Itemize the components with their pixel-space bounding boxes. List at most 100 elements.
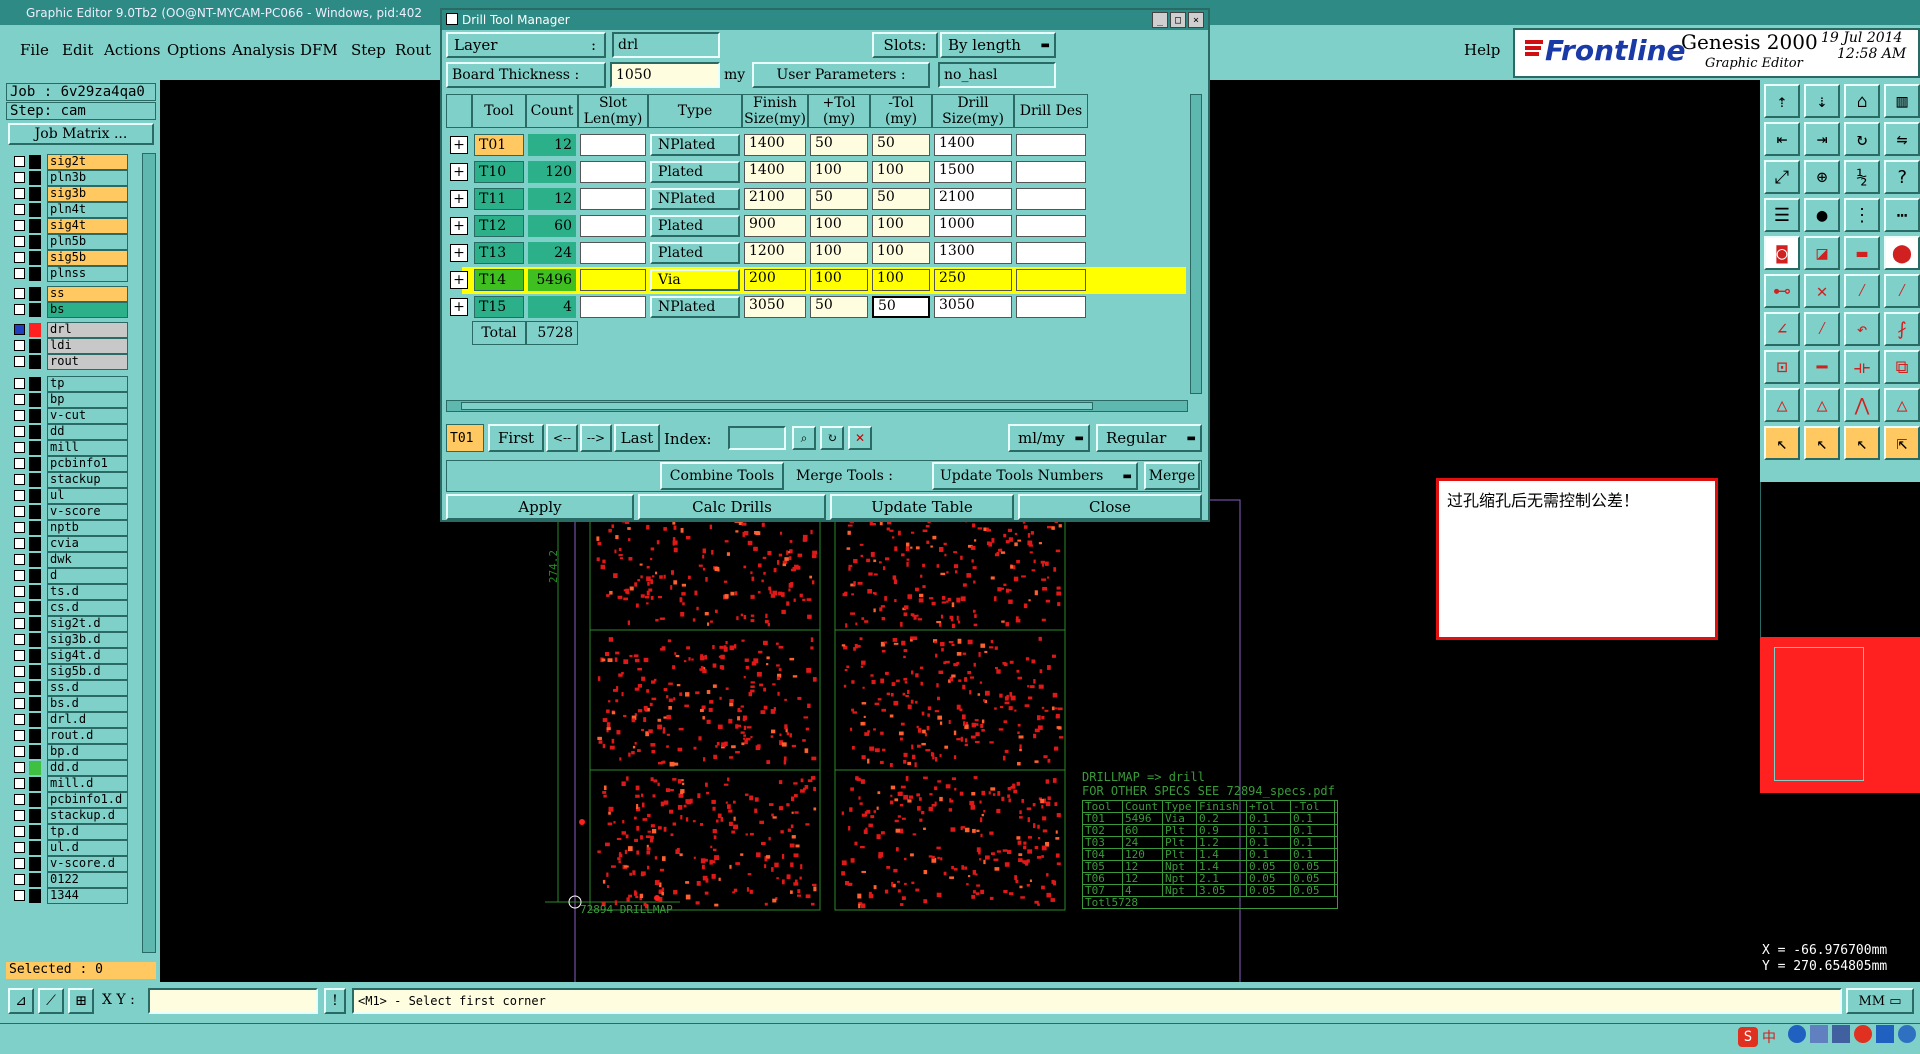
maximize-icon[interactable]: □ [1170, 12, 1186, 28]
layer-checkbox[interactable] [14, 826, 25, 837]
xy-input[interactable] [148, 988, 318, 1014]
job-matrix-button[interactable]: Job Matrix ... [8, 123, 154, 145]
layer-color-swatch[interactable] [29, 744, 41, 759]
mode-dropdown[interactable]: Regular ▬ [1096, 424, 1202, 452]
layer-row[interactable]: ldi [10, 337, 128, 354]
minus-tol-field[interactable]: 100 [872, 242, 930, 264]
layer-row[interactable]: pcbinfo1.d [10, 791, 128, 808]
layer-row[interactable]: rout.d [10, 727, 128, 744]
layer-checkbox[interactable] [14, 188, 25, 199]
drill-size-field[interactable]: 1300 [934, 242, 1012, 264]
layer-name[interactable]: dd.d [47, 759, 128, 776]
cross-icon[interactable]: ✕ [1804, 274, 1840, 308]
attach-icon[interactable]: ☰ [1764, 198, 1800, 232]
layer-name[interactable]: bp.d [47, 743, 128, 760]
update-table-button[interactable]: Update Table [830, 494, 1014, 520]
refresh-icon[interactable]: ↻ [820, 426, 844, 450]
layer-checkbox[interactable] [14, 842, 25, 853]
layer-checkbox[interactable] [14, 714, 25, 725]
layer-name[interactable]: d [47, 567, 128, 584]
layer-row[interactable]: dd [10, 423, 128, 440]
type-select[interactable]: NPlated [650, 296, 740, 318]
camera-icon[interactable]: ◙ [1764, 236, 1800, 270]
layout-icon[interactable]: ▥ [1884, 84, 1920, 118]
layer-color-swatch[interactable] [29, 302, 41, 317]
layer-checkbox[interactable] [14, 666, 25, 677]
minus-tol-field[interactable]: 50 [872, 188, 930, 210]
plus-tol-field[interactable]: 100 [810, 242, 868, 264]
apply-button[interactable]: Apply [446, 494, 634, 520]
first-button[interactable]: First [488, 424, 544, 452]
overview-map[interactable] [1760, 637, 1920, 793]
copy-icon[interactable]: ⇥ [1804, 122, 1840, 156]
layer-color-swatch[interactable] [29, 234, 41, 249]
layer-row[interactable]: sig4t [10, 217, 128, 234]
layer-row[interactable]: mill [10, 439, 128, 456]
layer-color-swatch[interactable] [29, 664, 41, 679]
layer-row[interactable]: sig2t [10, 153, 128, 170]
layer-name[interactable]: nptb [47, 519, 128, 536]
row-expand-icon[interactable]: + [450, 271, 468, 289]
minimize-icon[interactable]: _ [1152, 12, 1168, 28]
layer-name[interactable]: v-score.d [47, 855, 128, 872]
layer-checkbox[interactable] [14, 522, 25, 533]
layer-row[interactable]: rout [10, 353, 128, 370]
tool-name[interactable]: T10 [474, 161, 524, 183]
layer-name[interactable]: v-cut [47, 407, 128, 424]
layer-name[interactable]: ss.d [47, 679, 128, 696]
layer-row[interactable]: ul [10, 487, 128, 504]
layer-color-swatch[interactable] [29, 552, 41, 567]
plus-tol-field[interactable]: 50 [810, 134, 868, 156]
layer-row[interactable]: v-score.d [10, 855, 128, 872]
layer-color-swatch[interactable] [29, 250, 41, 265]
layer-color-swatch[interactable] [29, 338, 41, 353]
help-icon[interactable]: ? [1884, 160, 1920, 194]
layer-color-swatch[interactable] [29, 632, 41, 647]
layer-name[interactable]: sig3b.d [47, 631, 128, 648]
layer-name[interactable]: tp.d [47, 823, 128, 840]
layer-color-swatch[interactable] [29, 872, 41, 887]
drill-size-field[interactable]: 1000 [934, 215, 1012, 237]
layer-checkbox[interactable] [14, 554, 25, 565]
layer-name[interactable]: sig2t.d [47, 615, 128, 632]
layer-name[interactable]: cs.d [47, 599, 128, 616]
units-dropdown[interactable]: ml/my ▬ [1008, 424, 1090, 452]
layer-name[interactable]: rout [47, 353, 128, 370]
layer-name[interactable]: pcbinfo1 [47, 455, 128, 472]
slot-length-field[interactable] [580, 161, 646, 183]
layer-checkbox[interactable] [14, 602, 25, 613]
layer-name[interactable]: pcbinfo1.d [47, 791, 128, 808]
layer-checkbox[interactable] [14, 650, 25, 661]
dialog-menu-icon[interactable] [446, 13, 458, 25]
home-icon[interactable]: ⌂ [1844, 84, 1880, 118]
layer-color-swatch[interactable] [29, 600, 41, 615]
table-vertical-scrollbar[interactable] [1190, 94, 1202, 394]
layer-color-swatch[interactable] [29, 392, 41, 407]
layer-color-swatch[interactable] [29, 354, 41, 369]
ime-logo-icon[interactable]: S [1738, 1027, 1758, 1047]
minus-tol-field[interactable]: 100 [872, 215, 930, 237]
type-select[interactable]: Plated [650, 161, 740, 183]
split-icon[interactable]: ⟛ [1844, 350, 1880, 384]
mirror-icon[interactable]: ⇋ [1884, 122, 1920, 156]
layer-color-swatch[interactable] [29, 760, 41, 775]
finish-size-field[interactable]: 1400 [744, 134, 806, 156]
bridge-icon[interactable]: ⋀ [1844, 388, 1880, 422]
layer-name[interactable]: stackup [47, 471, 128, 488]
user-parameters-field[interactable]: no_hasl [938, 62, 1056, 88]
menu-step[interactable]: Step [351, 41, 386, 59]
scale-icon[interactable]: ½ [1844, 160, 1880, 194]
layer-row[interactable]: sig2t.d [10, 615, 128, 632]
layer-row[interactable]: pln5b [10, 233, 128, 250]
tool-name[interactable]: T12 [474, 215, 524, 237]
group-icon[interactable]: ⧉ [1884, 350, 1920, 384]
row-expand-icon[interactable]: + [450, 298, 468, 316]
layer-checkbox[interactable] [14, 442, 25, 453]
tool-name[interactable]: T11 [474, 188, 524, 210]
fit-icon[interactable]: ⤢ [1764, 160, 1800, 194]
alert-icon[interactable]: ! [324, 988, 346, 1014]
overview-viewport[interactable] [1774, 647, 1864, 781]
layer-color-swatch[interactable] [29, 616, 41, 631]
layer-checkbox[interactable] [14, 268, 25, 279]
triangle-icon[interactable]: △ [1764, 388, 1800, 422]
